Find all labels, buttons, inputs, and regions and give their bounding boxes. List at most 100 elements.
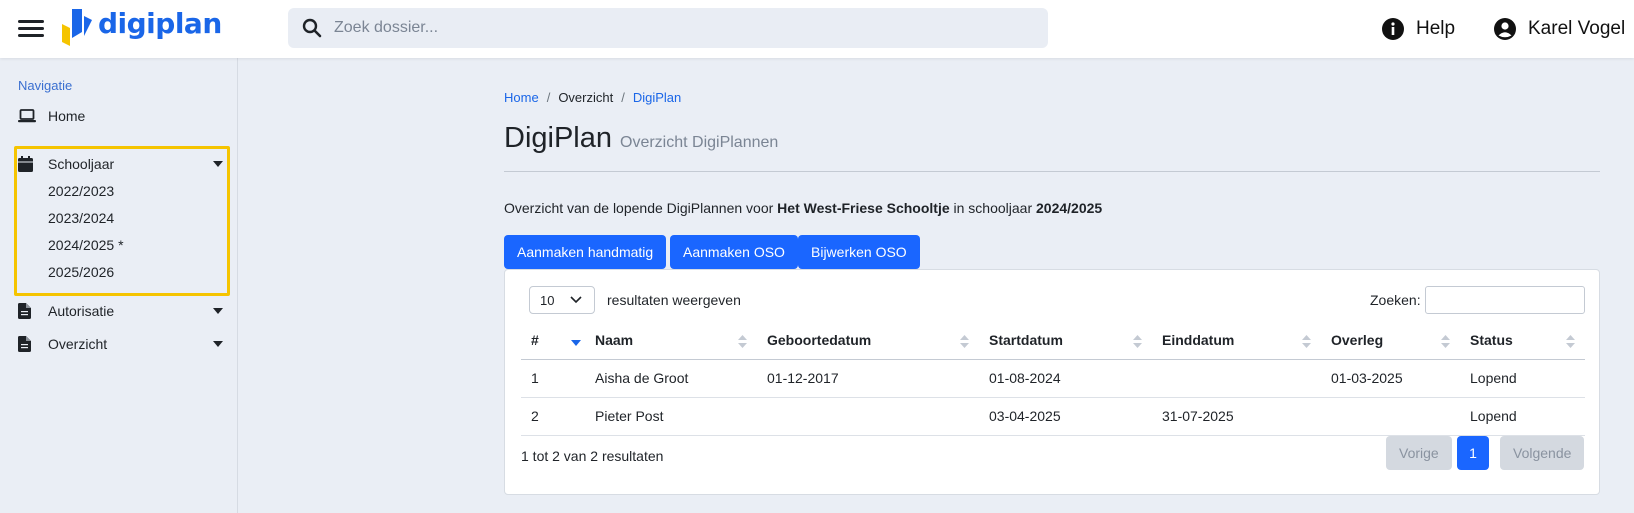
breadcrumb-home[interactable]: Home bbox=[504, 90, 539, 105]
page-length-value: 10 bbox=[540, 292, 555, 308]
sort-icon bbox=[960, 335, 969, 348]
cell-overleg: 01-03-2025 bbox=[1321, 359, 1460, 398]
cell-status: Lopend bbox=[1460, 359, 1585, 398]
cell-naam: Aisha de Groot bbox=[585, 359, 757, 398]
table-row[interactable]: 2 Pieter Post 03-04-2025 31-07-2025 Lope… bbox=[521, 397, 1585, 436]
breadcrumb-overzicht: Overzicht bbox=[558, 90, 614, 105]
info-icon bbox=[1382, 18, 1404, 40]
sidebar-item-label: Overzicht bbox=[48, 336, 108, 352]
caret-down-icon bbox=[213, 308, 223, 314]
breadcrumb-digiplan[interactable]: DigiPlan bbox=[633, 90, 681, 105]
logo[interactable]: digiplan bbox=[60, 6, 222, 50]
sidebar-subitem-year[interactable]: 2024/2025 * bbox=[48, 237, 124, 253]
pagination-next-button[interactable]: Volgende bbox=[1500, 436, 1585, 470]
column-header-sort[interactable] bbox=[561, 322, 585, 360]
update-oso-button[interactable]: Bijwerken OSO bbox=[798, 235, 920, 269]
page-title: DigiPlan Overzicht DigiPlannen bbox=[504, 122, 778, 155]
logo-mark-icon bbox=[62, 9, 92, 46]
column-header-label: Overleg bbox=[1331, 332, 1384, 349]
page-title-text: DigiPlan bbox=[504, 122, 612, 154]
breadcrumb: Home / Overzicht / DigiPlan bbox=[504, 90, 681, 105]
column-header-number[interactable]: # bbox=[521, 322, 561, 360]
digiplan-table: # Naam Geboortedatum Startdatum Einddatu… bbox=[521, 322, 1585, 436]
sidebar-subitem-year[interactable]: 2023/2024 bbox=[48, 210, 114, 226]
page-length-label: resultaten weergeven bbox=[607, 292, 741, 308]
sort-desc-icon bbox=[571, 340, 581, 346]
column-header-startdatum[interactable]: Startdatum bbox=[979, 322, 1152, 360]
cell-status: Lopend bbox=[1460, 397, 1585, 436]
sidebar-item-schooljaar[interactable]: Schooljaar bbox=[18, 152, 223, 176]
user-icon bbox=[1494, 18, 1516, 40]
sidebar: Navigatie Home Schooljaar 2022/2023 2023… bbox=[0, 58, 238, 513]
column-header-naam[interactable]: Naam bbox=[585, 322, 757, 360]
table-search-input[interactable] bbox=[1425, 286, 1585, 314]
sidebar-item-label: Autorisatie bbox=[48, 303, 115, 319]
page-length-select[interactable]: 10 bbox=[529, 286, 595, 314]
intro-text: Overzicht van de lopende DigiPlannen voo… bbox=[504, 200, 1102, 216]
table-card: 10 resultaten weergeven Zoeken: # Naam G… bbox=[504, 269, 1600, 495]
page-subtitle: Overzicht DigiPlannen bbox=[620, 134, 779, 151]
nav-heading: Navigatie bbox=[18, 78, 73, 93]
column-header-status[interactable]: Status bbox=[1460, 322, 1585, 360]
cell-empty bbox=[561, 397, 585, 436]
file-icon bbox=[18, 336, 31, 352]
column-header-overleg[interactable]: Overleg bbox=[1321, 322, 1460, 360]
school-year: 2024/2025 bbox=[1036, 200, 1103, 216]
cell-empty bbox=[561, 359, 585, 398]
create-manual-button[interactable]: Aanmaken handmatig bbox=[504, 235, 667, 269]
caret-down-icon bbox=[213, 161, 223, 167]
sort-icon bbox=[1441, 335, 1450, 348]
breadcrumb-separator: / bbox=[621, 90, 625, 105]
column-header-geboortedatum[interactable]: Geboortedatum bbox=[757, 322, 979, 360]
column-header-label: Einddatum bbox=[1162, 332, 1235, 349]
table-search-label: Zoeken: bbox=[1370, 292, 1421, 308]
breadcrumb-separator: / bbox=[546, 90, 551, 105]
cell-geboortedatum: 01-12-2017 bbox=[757, 359, 979, 398]
cell-number: 2 bbox=[521, 397, 561, 436]
logo-text: digiplan bbox=[98, 7, 222, 40]
cell-startdatum: 01-08-2024 bbox=[979, 359, 1152, 398]
column-header-einddatum[interactable]: Einddatum bbox=[1152, 322, 1321, 360]
sidebar-item-autorisatie[interactable]: Autorisatie bbox=[18, 299, 223, 323]
pagination-page-button[interactable]: 1 bbox=[1457, 436, 1489, 470]
cell-number: 1 bbox=[521, 359, 561, 398]
search-icon bbox=[302, 18, 322, 38]
search-input[interactable] bbox=[334, 8, 1034, 48]
sidebar-item-home[interactable]: Home bbox=[18, 104, 223, 128]
table-row[interactable]: 1 Aisha de Groot 01-12-2017 01-08-2024 0… bbox=[521, 359, 1585, 398]
table-info: 1 tot 2 van 2 resultaten bbox=[521, 448, 664, 464]
laptop-icon bbox=[18, 109, 36, 123]
column-header-label: Status bbox=[1470, 332, 1513, 349]
sidebar-subitem-year[interactable]: 2025/2026 bbox=[48, 264, 114, 280]
sort-icon bbox=[1133, 335, 1142, 348]
cell-geboortedatum bbox=[757, 397, 979, 436]
chevron-down-icon bbox=[570, 296, 582, 304]
help-link[interactable]: Help bbox=[1382, 16, 1455, 42]
top-bar: digiplan Help Karel Vogel bbox=[0, 0, 1634, 58]
cell-naam: Pieter Post bbox=[585, 397, 757, 436]
user-menu[interactable]: Karel Vogel bbox=[1494, 16, 1625, 42]
calendar-icon bbox=[18, 156, 33, 172]
caret-down-icon bbox=[213, 341, 223, 347]
help-label: Help bbox=[1416, 18, 1456, 39]
cell-einddatum: 31-07-2025 bbox=[1152, 397, 1321, 436]
column-header-label: Naam bbox=[595, 332, 634, 349]
sidebar-item-overzicht[interactable]: Overzicht bbox=[18, 332, 223, 356]
create-oso-button[interactable]: Aanmaken OSO bbox=[670, 235, 798, 269]
sort-icon bbox=[1302, 335, 1311, 348]
search-bar[interactable] bbox=[288, 8, 1048, 48]
cell-overleg bbox=[1321, 397, 1460, 436]
table-header-row: # Naam Geboortedatum Startdatum Einddatu… bbox=[521, 322, 1585, 360]
sidebar-item-label: Schooljaar bbox=[48, 156, 115, 172]
file-icon bbox=[18, 303, 31, 319]
cell-einddatum bbox=[1152, 359, 1321, 398]
user-name: Karel Vogel bbox=[1528, 18, 1626, 39]
menu-icon[interactable] bbox=[18, 17, 44, 39]
sort-icon bbox=[738, 335, 747, 348]
sidebar-subitem-year[interactable]: 2022/2023 bbox=[48, 183, 114, 199]
column-header-label: Startdatum bbox=[989, 332, 1063, 349]
pagination-prev-button[interactable]: Vorige bbox=[1386, 436, 1452, 470]
sort-icon bbox=[1566, 335, 1575, 348]
intro-prefix: Overzicht van de lopende DigiPlannen voo… bbox=[504, 200, 778, 216]
school-name: Het West-Friese Schooltje bbox=[777, 200, 950, 216]
